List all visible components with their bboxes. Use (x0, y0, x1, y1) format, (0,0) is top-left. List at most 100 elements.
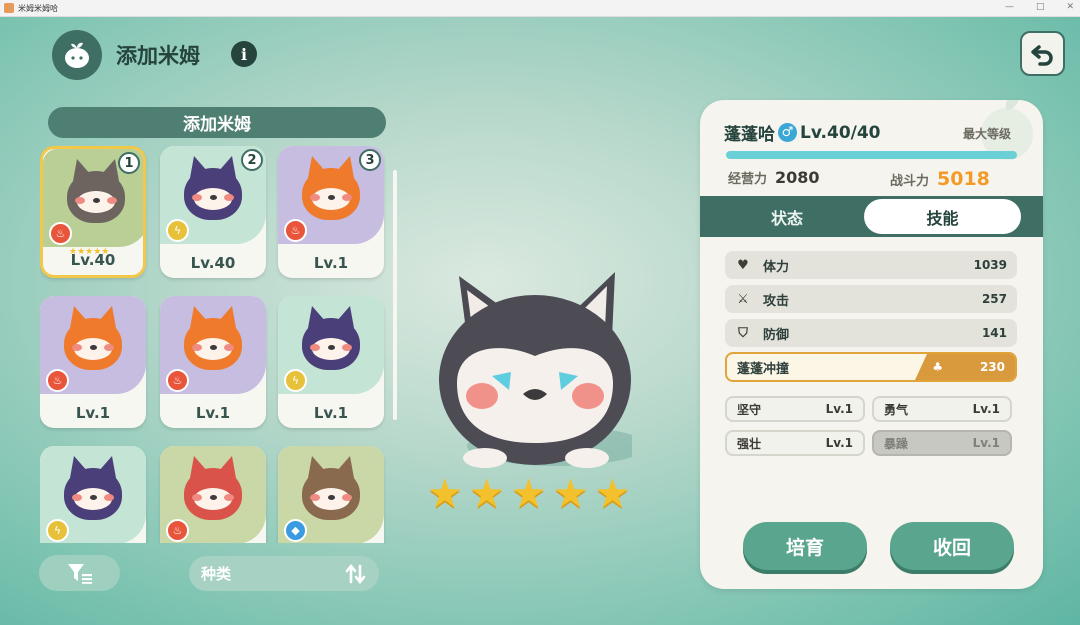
sort-arrows-icon (345, 563, 366, 584)
card-level: Lv.1 (195, 404, 231, 422)
attribute-label: 防御 (763, 327, 790, 343)
shield-icon: ⛉ (738, 325, 748, 341)
fire-element-icon: ♨ (46, 369, 69, 392)
fire-element-icon: ♨ (49, 222, 72, 245)
slot-number-badge: 2 (241, 149, 263, 171)
attribute-label: 体力 (763, 259, 790, 275)
fire-element-icon: ♨ (284, 219, 307, 242)
attribute-label: 攻击 (763, 293, 790, 309)
star-icon: ★ (552, 471, 589, 517)
star-icon: ★ (594, 471, 631, 517)
electric-element-icon: ϟ (166, 219, 189, 242)
slot-number-badge: 1 (118, 152, 140, 174)
sort-button[interactable]: 种类 (189, 556, 379, 591)
management-label: 经营力 (728, 172, 768, 187)
mimu-card[interactable]: ϟ Lv.1 (278, 296, 384, 428)
combat-label: 战斗力 (890, 174, 930, 189)
mimu-portrait (302, 456, 360, 520)
mimu-portrait (184, 456, 242, 520)
attribute-defense: ⛉ 防御 141 (725, 319, 1017, 347)
mimu-portrait (67, 159, 125, 223)
star-icon: ★ (510, 471, 547, 517)
skill-leaf-icon: ♣ (932, 360, 943, 374)
mimu-card[interactable]: ♨ (160, 446, 266, 543)
max-level-label: 最大等级 (963, 127, 1012, 141)
attribute-hp: ♥ 体力 1039 (725, 251, 1017, 279)
tab-status[interactable]: 状态 (712, 199, 862, 234)
trait-label: 强壮 (737, 436, 762, 451)
management-value: 2080 (775, 168, 820, 187)
list-title: 添加米姆 (48, 107, 386, 138)
maximize-button[interactable]: □ (1036, 2, 1045, 12)
close-button[interactable]: ✕ (1066, 2, 1074, 12)
trait-item[interactable]: 暴躁 Lv.1 (872, 430, 1012, 456)
back-arrow-icon (1030, 44, 1053, 66)
combat-power: 战斗力 5018 (890, 168, 990, 190)
trait-level: Lv.1 (825, 436, 853, 450)
mimu-grid: 1 ♨ ★★★★★ Lv.40 2 ϟ Lv.40 3 ♨ Lv.1 ♨ Lv.1 ♨ Lv.1 ϟ Lv.1… (40, 146, 392, 543)
filter-button[interactable] (39, 555, 120, 591)
window-titlebar: 米姆米姆哈 — □ ✕ (0, 0, 1080, 17)
attribute-value: 141 (981, 326, 1007, 340)
fire-element-icon: ♨ (166, 519, 189, 542)
page-title: 添加米姆 (116, 44, 200, 68)
trait-item[interactable]: 勇气 Lv.1 (872, 396, 1012, 422)
star-icon: ★ (427, 471, 463, 517)
mimu-card[interactable]: ϟ (40, 446, 146, 543)
mimu-portrait (184, 156, 242, 220)
mimu-card[interactable]: ◆ (278, 446, 384, 543)
water-element-icon: ◆ (284, 519, 307, 542)
slot-number-badge: 3 (359, 149, 381, 171)
tab-bar: 状态 技能 (700, 196, 1043, 237)
mimu-portrait (64, 456, 122, 520)
back-button[interactable] (1020, 31, 1065, 76)
management-power: 经营力 2080 (728, 168, 820, 187)
trait-label: 坚守 (737, 402, 762, 417)
mimu-card[interactable]: ♨ Lv.1 (40, 296, 146, 428)
fire-element-icon: ♨ (166, 369, 189, 392)
mimu-card[interactable]: 2 ϟ Lv.40 (160, 146, 266, 278)
attribute-attack: ⚔ 攻击 257 (725, 285, 1017, 313)
xp-bar (726, 151, 1017, 159)
heart-icon: ♥ (737, 257, 749, 273)
scrollbar[interactable] (393, 170, 397, 420)
trait-level: Lv.1 (972, 436, 1000, 450)
trait-level: Lv.1 (825, 402, 853, 416)
trait-level: Lv.1 (972, 402, 1000, 416)
mimu-card[interactable]: ♨ Lv.1 (160, 296, 266, 428)
card-level: Lv.1 (75, 404, 111, 422)
trait-label: 暴躁 (884, 436, 909, 451)
mimu-name-line: 蓬蓬哈 ♂ Lv.40/40 (724, 120, 881, 146)
skill-value: 230 (979, 360, 1005, 374)
mimu-portrait (64, 306, 122, 370)
filter-icon (67, 564, 92, 584)
window-title: 米姆米姆哈 (18, 3, 58, 13)
card-level: Lv.1 (313, 254, 349, 272)
info-icon[interactable]: i (231, 41, 257, 67)
card-level: Lv.1 (313, 404, 349, 422)
featured-mimu (437, 268, 647, 473)
detail-panel: 蓬蓬哈 ♂ Lv.40/40 最大等级 经营力 2080 战斗力 5018 状态… (700, 100, 1043, 589)
recall-button[interactable]: 收回 (890, 522, 1014, 570)
mimu-portrait (302, 156, 360, 220)
tab-skills[interactable]: 技能 (864, 199, 1021, 234)
mimu-portrait (302, 306, 360, 370)
mimu-portrait (184, 306, 242, 370)
sword-icon: ⚔ (737, 291, 749, 307)
skill-name: 蓬蓬冲撞 (737, 361, 790, 377)
mimu-card[interactable]: 3 ♨ Lv.1 (278, 146, 384, 278)
sprout-head-icon (52, 30, 102, 80)
trait-label: 勇气 (884, 402, 909, 417)
app-icon (4, 3, 14, 13)
mimu-level: Lv.40/40 (800, 122, 881, 143)
mimu-name: 蓬蓬哈 (724, 125, 775, 145)
train-button[interactable]: 培育 (743, 522, 867, 570)
skill-row[interactable]: 蓬蓬冲撞 ♣ 230 (725, 352, 1017, 382)
trait-item[interactable]: 强壮 Lv.1 (725, 430, 865, 456)
trait-item[interactable]: 坚守 Lv.1 (725, 396, 865, 422)
card-level: Lv.40 (70, 251, 116, 269)
minimize-button[interactable]: — (1005, 2, 1014, 12)
rarity-stars: ★ ★ ★ ★ ★ (427, 474, 630, 514)
mimu-card[interactable]: 1 ♨ ★★★★★ Lv.40 (40, 146, 146, 278)
electric-element-icon: ϟ (46, 519, 69, 542)
